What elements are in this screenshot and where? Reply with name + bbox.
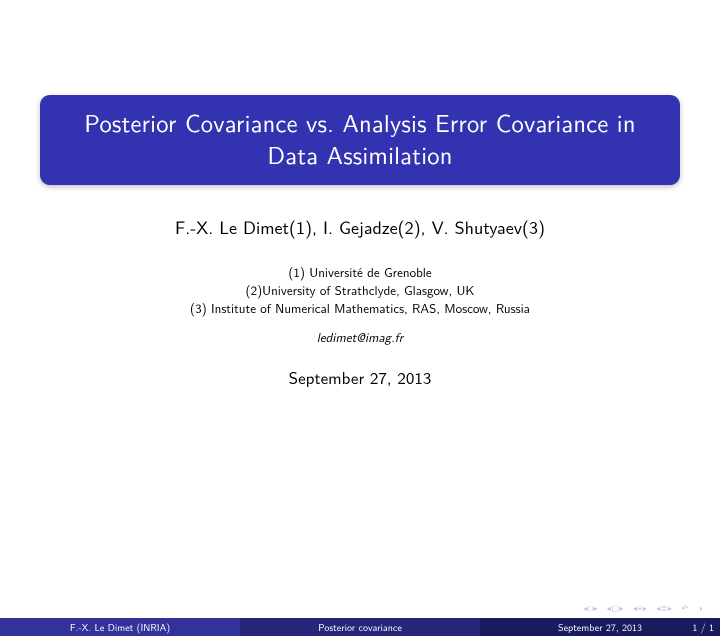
nav-section-icon[interactable]: ◂≡▸ (633, 603, 646, 614)
footer-page: 1 / 1 (692, 620, 714, 635)
authors: F.-X. Le Dimet(1), I. Gejadze(2), V. Shu… (0, 213, 720, 240)
footer-date: September 27, 2013 (558, 620, 642, 635)
slide: Posterior Covariance vs. Analysis Error … (0, 95, 720, 636)
affiliation-1: (1) Université de Grenoble (0, 264, 720, 282)
email: ledimet@imag.fr (0, 328, 720, 347)
nav-first-icon[interactable]: ◂□▸ (584, 603, 597, 614)
footer-title: Posterior covariance (240, 618, 480, 636)
nav-subsection-icon[interactable]: ◂≣▸ (656, 603, 671, 614)
slide-title: Posterior Covariance vs. Analysis Error … (60, 107, 660, 171)
nav-bar: ◂□▸ ◂▢▸ ◂≡▸ ◂≣▸ ↶ ◑ (584, 603, 702, 614)
title-line-2: Data Assimilation (267, 136, 452, 172)
title-block: Posterior Covariance vs. Analysis Error … (40, 95, 680, 185)
footer: F.-X. Le Dimet (INRIA) Posterior covaria… (0, 618, 720, 636)
affiliation-2: (2)University of Strathclyde, Glasgow, U… (0, 282, 720, 300)
nav-search-icon[interactable]: ◑ (698, 603, 702, 614)
affiliations: (1) Université de Grenoble (2)University… (0, 264, 720, 319)
footer-author: F.-X. Le Dimet (INRIA) (0, 618, 240, 636)
footer-date-page: September 27, 2013 1 / 1 (480, 618, 720, 636)
nav-prev-icon[interactable]: ◂▢▸ (607, 603, 623, 614)
nav-back-icon[interactable]: ↶ (681, 603, 687, 614)
affiliation-3: (3) Institute of Numerical Mathematics, … (0, 300, 720, 318)
title-line-1: Posterior Covariance vs. Analysis Error … (84, 104, 635, 140)
date: September 27, 2013 (0, 365, 720, 390)
